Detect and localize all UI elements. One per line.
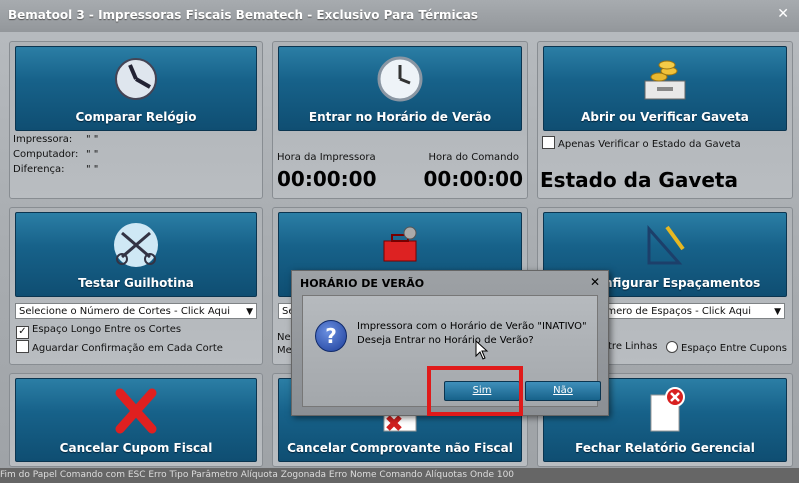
radio-icon [666, 341, 678, 353]
cash-drawer-icon [644, 60, 686, 100]
numero-cortes-select[interactable]: Selecione o Número de Cortes - Click Aqu… [15, 303, 257, 319]
dialog-message-line-2: Deseja Entrar no Horário de Verão? [357, 335, 534, 346]
close-report-icon [650, 387, 685, 432]
scissors-icon [114, 223, 158, 267]
abrir-gaveta-label: Abrir ou Verificar Gaveta [581, 110, 749, 124]
red-x-icon [115, 388, 157, 434]
checkbox-icon [16, 340, 29, 353]
hora-impressora-label: Hora da Impressora [277, 152, 376, 163]
toolbox-icon [383, 226, 417, 262]
configurar-espacamentos-label: nfigurar Espaçamentos [604, 276, 761, 290]
comparar-relogio-label: Comparar Relógio [75, 110, 197, 124]
cancelar-cupom-button[interactable]: Cancelar Cupom Fiscal [15, 378, 257, 462]
nao-button[interactable]: Não [525, 381, 601, 401]
estado-gaveta-text: Estado da Gaveta [540, 168, 738, 192]
middle-line-2: Me [277, 345, 292, 356]
dialog-message-line-1: Impressora com o Horário de Verão "INATI… [357, 321, 587, 332]
panel-guilhotina: Testar Guilhotina Selecione o Número de … [9, 207, 263, 365]
computador-value: " " [86, 149, 99, 160]
testar-guilhotina-button[interactable]: Testar Guilhotina [15, 212, 257, 297]
entre-cupons-radio[interactable]: Espaço Entre Cupons [666, 341, 787, 354]
panel-horario-verao: Entrar no Horário de Verão Hora da Impre… [272, 41, 528, 199]
ruler-triangle-icon [647, 225, 685, 265]
espaco-longo-checkbox[interactable]: ✓ Espaço Longo Entre os Cortes [16, 324, 181, 339]
hora-comando-label: Hora do Comando [428, 152, 519, 163]
hora-impressora-value: 00:00:00 [277, 167, 377, 191]
abrir-gaveta-button[interactable]: Abrir ou Verificar Gaveta [543, 46, 787, 131]
dialog-close-icon[interactable]: ✕ [590, 275, 600, 289]
panel-comparar-relogio: Comparar Relógio Impressora: " " Computa… [9, 41, 263, 199]
comparar-relogio-button[interactable]: Comparar Relógio [15, 46, 257, 131]
window-title: Bematool 3 - Impressoras Fiscais Bematec… [8, 8, 479, 22]
checkmark-icon: ✓ [16, 326, 29, 339]
highlight-box [427, 366, 523, 416]
checkbox-icon [542, 136, 555, 149]
mouse-cursor-icon [475, 340, 489, 360]
fechar-relatorio-label: Fechar Relatório Gerencial [575, 441, 755, 455]
panel-gaveta: Abrir ou Verificar Gaveta Apenas Verific… [537, 41, 793, 199]
apenas-verificar-checkbox[interactable]: Apenas Verificar o Estado da Gaveta [542, 136, 741, 150]
app-window: Bematool 3 - Impressoras Fiscais Bematec… [0, 0, 799, 483]
cancelar-comprovante-label: Cancelar Comprovante não Fiscal [287, 441, 513, 455]
close-icon[interactable]: ✕ [777, 6, 789, 22]
aguardar-confirmacao-checkbox[interactable]: Aguardar Confirmação em Cada Corte [16, 340, 223, 354]
dropdown-arrow-icon: ▼ [774, 307, 781, 317]
cancelar-cupom-label: Cancelar Cupom Fiscal [59, 441, 213, 455]
dialog-title: HORÁRIO DE VERÃO [300, 277, 425, 290]
hora-comando-value: 00:00:00 [423, 167, 524, 191]
testar-guilhotina-label: Testar Guilhotina [78, 276, 194, 290]
dialog-message: Impressora com o Horário de Verão "INATI… [357, 320, 587, 348]
computador-label: Computador: [13, 149, 79, 160]
entre-linhas-radio[interactable]: tre Linhas [608, 341, 658, 352]
panel-cupom: Cancelar Cupom Fiscal [9, 373, 263, 467]
numero-espacos-select[interactable]: úmero de Espaços - Click Aqui ▼ [596, 303, 785, 319]
question-icon: ? [315, 320, 347, 352]
middle-line-1: Ne [277, 332, 291, 343]
diferenca-value: " " [86, 164, 99, 175]
clock-icon [377, 56, 423, 102]
clock-hands-icon [115, 58, 157, 100]
title-bar: Bematool 3 - Impressoras Fiscais Bematec… [0, 0, 799, 32]
impressora-label: Impressora: [13, 134, 73, 145]
status-strip: Fim do Papel Comando com ESC Erro Tipo P… [0, 468, 799, 483]
dropdown-arrow-icon: ▼ [246, 307, 253, 317]
entrar-horario-verao-label: Entrar no Horário de Verão [308, 110, 492, 124]
diferenca-label: Diferença: [13, 164, 65, 175]
impressora-value: " " [86, 134, 99, 145]
entrar-horario-verao-button[interactable]: Entrar no Horário de Verão [278, 46, 522, 131]
